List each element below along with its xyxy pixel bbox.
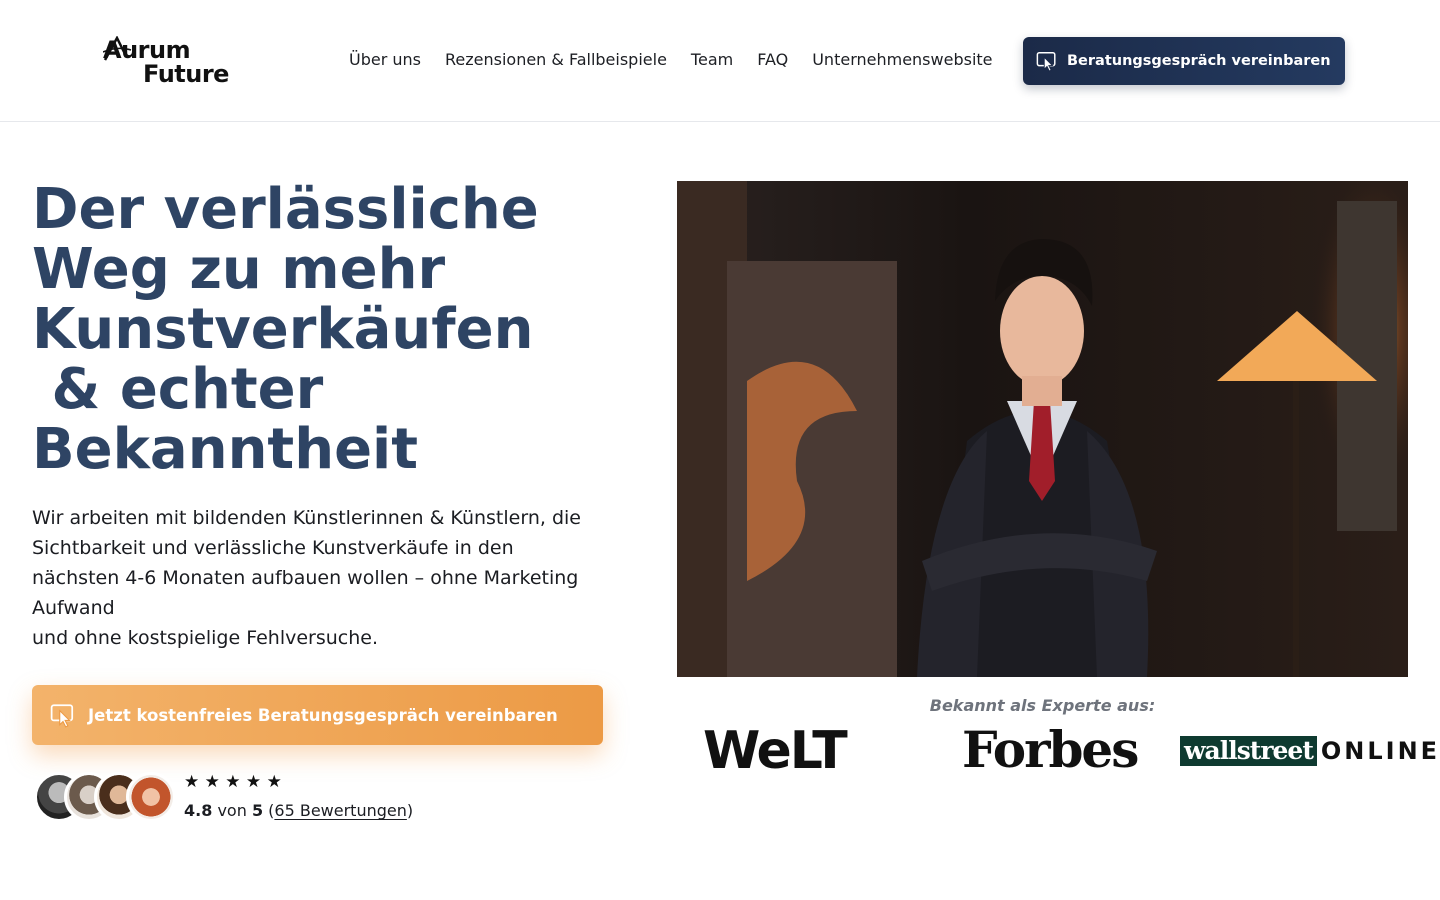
reviews-link[interactable]: 65 Bewertungen — [274, 801, 406, 820]
aurum-future-logo[interactable]: Aurum Future — [103, 36, 243, 88]
wallstreet-logo-box: wallstreet — [1180, 736, 1317, 766]
logo-line-2: Future — [143, 60, 229, 88]
logo-swoosh-icon — [103, 36, 132, 61]
site-header: Aurum Future Über uns Rezensionen & Fall… — [0, 0, 1440, 122]
rating-of: von — [217, 801, 247, 820]
hero-cta-button[interactable]: Jetzt kostenfreies Beratungsgespräch ver… — [32, 685, 603, 745]
hero-title-line: Kunstverkäufen — [32, 297, 534, 362]
hero-title-line: & echter — [32, 357, 324, 422]
hero-description-line: Aufwand — [32, 597, 115, 619]
welt-logo: WeLT — [703, 721, 848, 781]
hero-description-line: und ohne kostspielige Fehlversuche. — [32, 627, 378, 649]
hero-photo — [677, 181, 1408, 677]
hero-cta-label: Jetzt kostenfreies Beratungsgespräch ver… — [88, 705, 558, 725]
hero-title-line: Bekanntheit — [32, 417, 419, 482]
header-cta-label: Beratungsgespräch vereinbaren — [1067, 53, 1331, 69]
customer-avatars — [34, 772, 184, 824]
online-logo-text: ONLINE — [1320, 737, 1440, 765]
rating-max: 5 — [251, 801, 264, 820]
rating-score: 4.8 — [184, 801, 213, 820]
nav-link-team[interactable]: Team — [691, 49, 733, 71]
main-nav: Über uns Rezensionen & Fallbeispiele Tea… — [349, 49, 993, 71]
portrait-image — [677, 181, 1408, 677]
hero-description: Wir arbeiten mit bildenden Künstlerinnen… — [32, 503, 632, 653]
hero-title-line: Der verlässliche — [32, 177, 539, 242]
nav-link-unternehmenswebsite[interactable]: Unternehmenswebsite — [812, 49, 992, 71]
nav-link-ueber-uns[interactable]: Über uns — [349, 49, 421, 71]
hero-description-line: nächsten 4-6 Monaten aufbauen wollen – o… — [32, 567, 579, 589]
nav-link-faq[interactable]: FAQ — [757, 49, 788, 71]
cursor-click-icon — [1036, 52, 1056, 72]
hero-title: Der verlässliche Weg zu mehr Kunstverkäu… — [32, 180, 652, 480]
hero-description-line: Sichtbarkeit und verlässliche Kunstverkä… — [32, 537, 514, 559]
hero-description-line: Wir arbeiten mit bildenden Künstlerinnen… — [32, 507, 581, 529]
header-cta-button[interactable]: Beratungsgespräch vereinbaren — [1023, 37, 1345, 85]
cursor-click-icon — [50, 704, 74, 728]
hero-title-line: Weg zu mehr — [32, 237, 446, 302]
known-as-label: Bekannt als Experte aus: — [929, 696, 1156, 715]
nav-link-rezensionen[interactable]: Rezensionen & Fallbeispiele — [445, 49, 667, 71]
forbes-logo: Forbes — [962, 720, 1139, 779]
rating-stars: ★ ★ ★ ★ ★ — [184, 772, 282, 792]
avatar — [126, 772, 176, 822]
wallstreet-online-logo: wallstreet ONLINE — [1180, 736, 1440, 766]
rating-summary: 4.8 von 5 (65 Bewertungen) — [184, 801, 414, 820]
